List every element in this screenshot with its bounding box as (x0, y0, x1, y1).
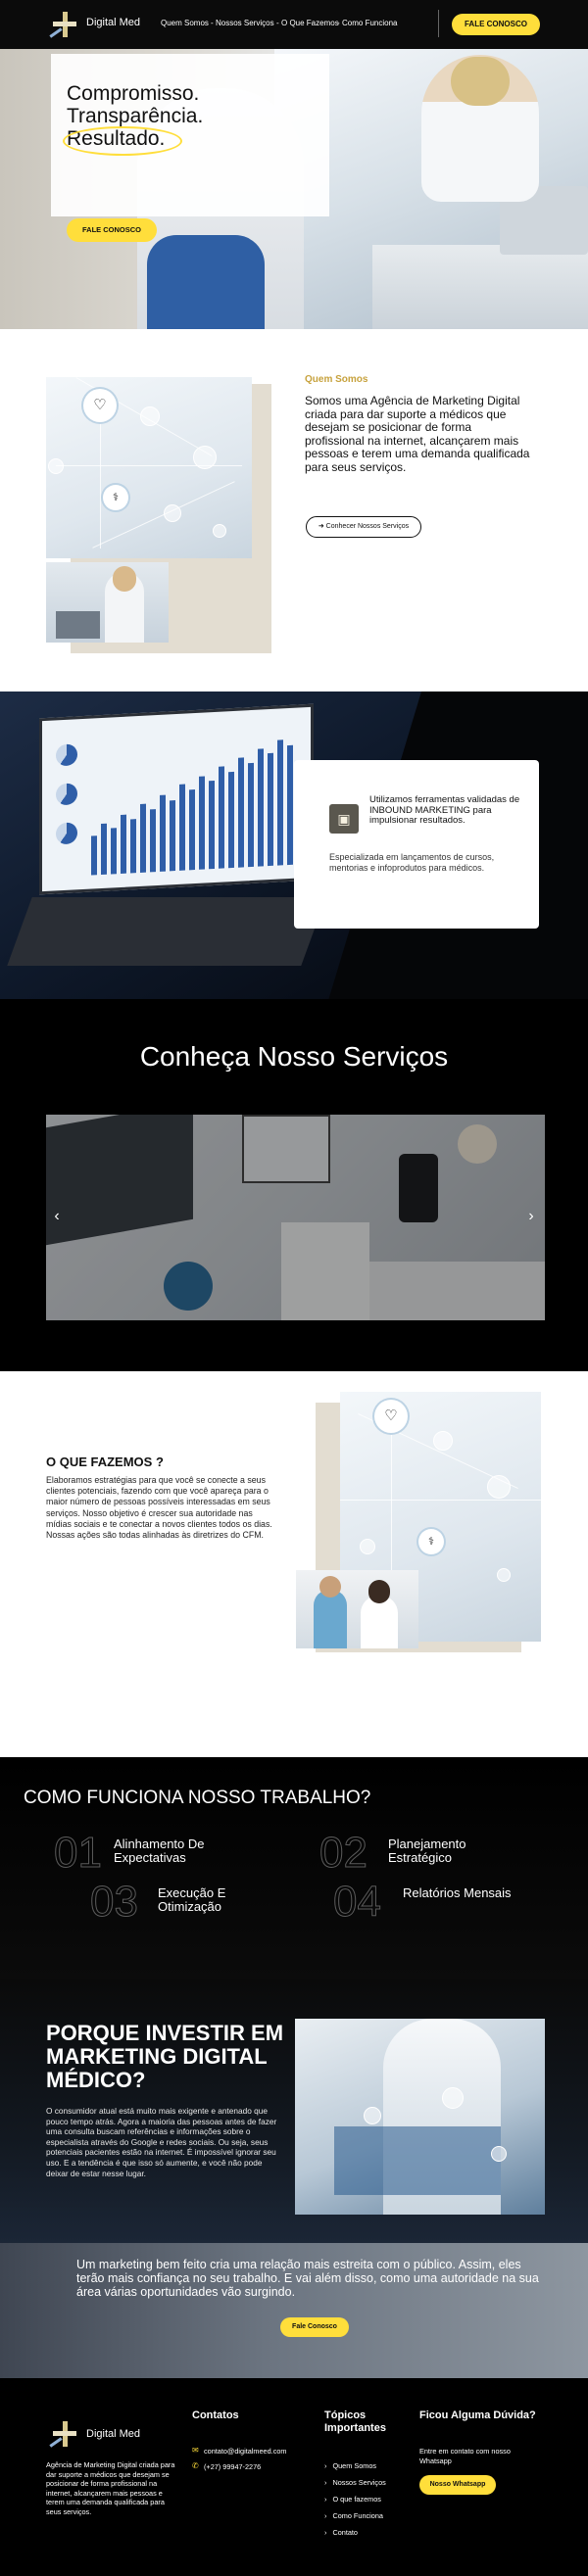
logo-icon[interactable] (49, 12, 80, 38)
footer-phone[interactable]: (+27) 99947-2276 (204, 2462, 261, 2472)
step-number: 04 (333, 1878, 382, 1926)
inbound-card (294, 760, 539, 929)
nav-separator: - (276, 19, 279, 27)
banner-contact-button[interactable]: Fale Conosco (280, 2317, 349, 2337)
what-title: O QUE FAZEMOS ? (46, 1455, 164, 1469)
heart-icon: ♡ (374, 1400, 408, 1433)
presentation-icon: ▣ (329, 804, 359, 834)
stethoscope-icon: ⚕ (418, 1529, 444, 1554)
medical-network-image: ♡ ⚕ (46, 377, 252, 558)
footer-topics-title: Tópicos Importantes (324, 2409, 386, 2434)
services-carousel[interactable] (46, 1115, 545, 1320)
nav-quem-somos[interactable]: Quem Somos (161, 19, 209, 27)
footer-link-como-funciona[interactable]: Como Funciona (324, 2511, 383, 2520)
why-title: PORQUE INVESTIR EM MARKETING DIGITAL MÉD… (46, 2021, 284, 2092)
footer-contacts-title: Contatos (192, 2409, 239, 2421)
header-contact-button[interactable]: FALE CONOSCO (452, 14, 540, 35)
step-label: Relatórios Mensais (403, 1885, 512, 1900)
footer-link-nossos-servicos[interactable]: Nossos Serviços (324, 2478, 385, 2487)
nav-separator: - (337, 19, 340, 27)
carousel-prev-button[interactable]: ‹ (50, 1208, 64, 1225)
step-label: Alinhamento De Expectativas (114, 1837, 205, 1865)
phone-icon: ✆ (192, 2461, 199, 2470)
footer-about: Agência de Marketing Digital criada para… (46, 2460, 175, 2516)
inbound-text: Especializada em lançamentos de cursos, … (329, 852, 495, 873)
step-label: Execução E Otimização (158, 1885, 226, 1914)
hero-contact-button[interactable]: FALE CONOSCO (67, 218, 157, 242)
banner-text: Um marketing bem feito cria uma relação … (76, 2258, 539, 2299)
nav-separator: - (211, 19, 214, 27)
about-text: Somos uma Agência de Marketing Digital c… (305, 394, 530, 474)
services-link-button[interactable]: ➜ Conhecer Nossos Serviços (306, 516, 421, 538)
hero-title-line: Compromisso. (67, 82, 200, 105)
doctor-laptop-image (46, 562, 169, 643)
nav-nossos-servicos[interactable]: Nossos Serviços (216, 19, 274, 27)
doctor-tablet-image (295, 2019, 545, 2215)
what-text: Elaboramos estratégias para que você se … (46, 1475, 272, 1541)
footer-link-contato[interactable]: Contato (324, 2528, 358, 2537)
nav-como-funciona[interactable]: Como Funciona (342, 19, 397, 27)
hero-title-line: Transparência. (67, 105, 204, 127)
doctor-image (421, 55, 539, 202)
step-number: 01 (54, 1829, 103, 1877)
stethoscope-icon: ⚕ (103, 485, 128, 510)
services-title: Conheça Nosso Serviços (139, 1041, 449, 1072)
footer-doubt-title: Ficou Alguma Dúvida? (419, 2409, 536, 2421)
footer-link-o-que-fazemos[interactable]: O que fazemos (324, 2495, 380, 2504)
logo-text[interactable]: Digital Med (86, 17, 140, 28)
logo-icon[interactable] (49, 2421, 80, 2448)
how-title: COMO FUNCIONA NOSSO TRABALHO? (24, 1788, 371, 1808)
email-icon: ✉ (192, 2446, 199, 2455)
hero-title-highlight: Resultado. (62, 126, 183, 156)
site-header: Digital Med Quem Somos - Nossos Serviços… (0, 0, 588, 49)
nav-o-que-fazemos[interactable]: O Que Fazemos (281, 19, 339, 27)
doctors-team-image (296, 1570, 418, 1648)
carousel-next-button[interactable]: › (524, 1208, 538, 1225)
hero-title: Compromisso. Transparência. Resultado. (62, 82, 321, 156)
analytics-laptop-image (39, 703, 314, 895)
heart-icon: ♡ (83, 389, 117, 422)
header-divider (438, 10, 439, 37)
step-number: 02 (319, 1829, 368, 1877)
why-text: O consumidor atual está muito mais exige… (46, 2106, 277, 2178)
whatsapp-button[interactable]: Nosso Whatsapp (419, 2475, 496, 2495)
footer-doubt-text: Entre em contato com nosso Whatsapp (419, 2447, 511, 2465)
footer-link-quem-somos[interactable]: Quem Somos (324, 2461, 376, 2470)
about-label: Quem Somos (305, 374, 368, 385)
footer-email[interactable]: contato@digitalmeed.com (204, 2447, 286, 2457)
footer-logo-text[interactable]: Digital Med (86, 2428, 140, 2440)
step-label: Planejamento Estratégico (388, 1837, 466, 1865)
step-number: 03 (90, 1878, 139, 1926)
inbound-heading: Utilizamos ferramentas validadas de INBO… (369, 794, 520, 826)
